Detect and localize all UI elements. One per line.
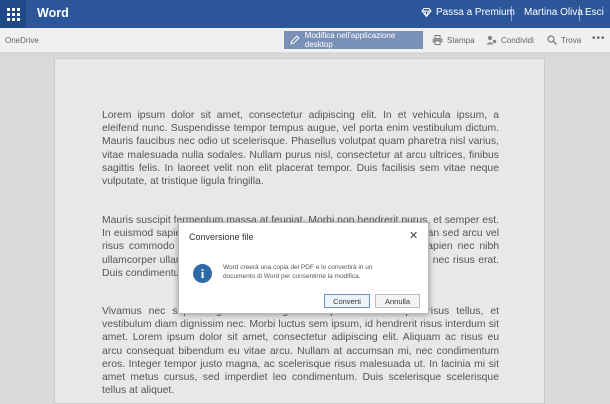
- print-label: Stampa: [447, 35, 475, 45]
- pencil-icon: [290, 35, 300, 45]
- find-button[interactable]: Trova: [547, 35, 581, 45]
- logout-link[interactable]: Esci: [585, 7, 604, 18]
- dialog-message: Word creerà una copia del PDF e lo conve…: [223, 264, 373, 280]
- dialog-title: Conversione file: [189, 232, 254, 242]
- search-icon: [547, 35, 557, 45]
- convert-button[interactable]: Converti: [324, 294, 370, 308]
- premium-label: Passa a Premium: [436, 7, 515, 18]
- edit-label: Modifica nell'applicazione desktop: [304, 31, 396, 49]
- close-icon[interactable]: ✕: [409, 229, 418, 242]
- header-divider: [579, 6, 580, 21]
- conversion-dialog: Conversione file ✕ i Word creerà una cop…: [178, 222, 429, 314]
- diamond-icon: [421, 8, 432, 17]
- premium-link[interactable]: Passa a Premium: [421, 7, 515, 18]
- app-header: Word Passa a Premium Martina Oliva Esci: [0, 0, 610, 28]
- more-options-icon[interactable]: •••: [592, 33, 606, 44]
- app-launcher-icon[interactable]: [0, 0, 26, 28]
- document-paragraph: Vivamus nec sapien eget lectus sagittis …: [102, 306, 499, 397]
- header-divider: [511, 6, 512, 21]
- cancel-button[interactable]: Annulla: [375, 294, 420, 308]
- app-name[interactable]: Word: [37, 6, 69, 20]
- document-toolbar: OneDrive Modifica nell'applicazione desk…: [0, 28, 610, 53]
- document-paragraph: Lorem ipsum dolor sit amet, consectetur …: [102, 110, 499, 188]
- share-button[interactable]: Condividi: [486, 35, 534, 45]
- share-people-icon: [486, 35, 497, 45]
- printer-icon: [432, 35, 443, 45]
- share-label: Condividi: [501, 35, 534, 45]
- print-button[interactable]: Stampa: [432, 35, 475, 45]
- info-icon: i: [193, 264, 212, 283]
- user-name[interactable]: Martina Oliva: [524, 7, 583, 18]
- breadcrumb[interactable]: OneDrive: [5, 36, 39, 45]
- edit-in-desktop-button[interactable]: Modifica nell'applicazione desktop: [284, 31, 423, 49]
- find-label: Trova: [561, 35, 582, 45]
